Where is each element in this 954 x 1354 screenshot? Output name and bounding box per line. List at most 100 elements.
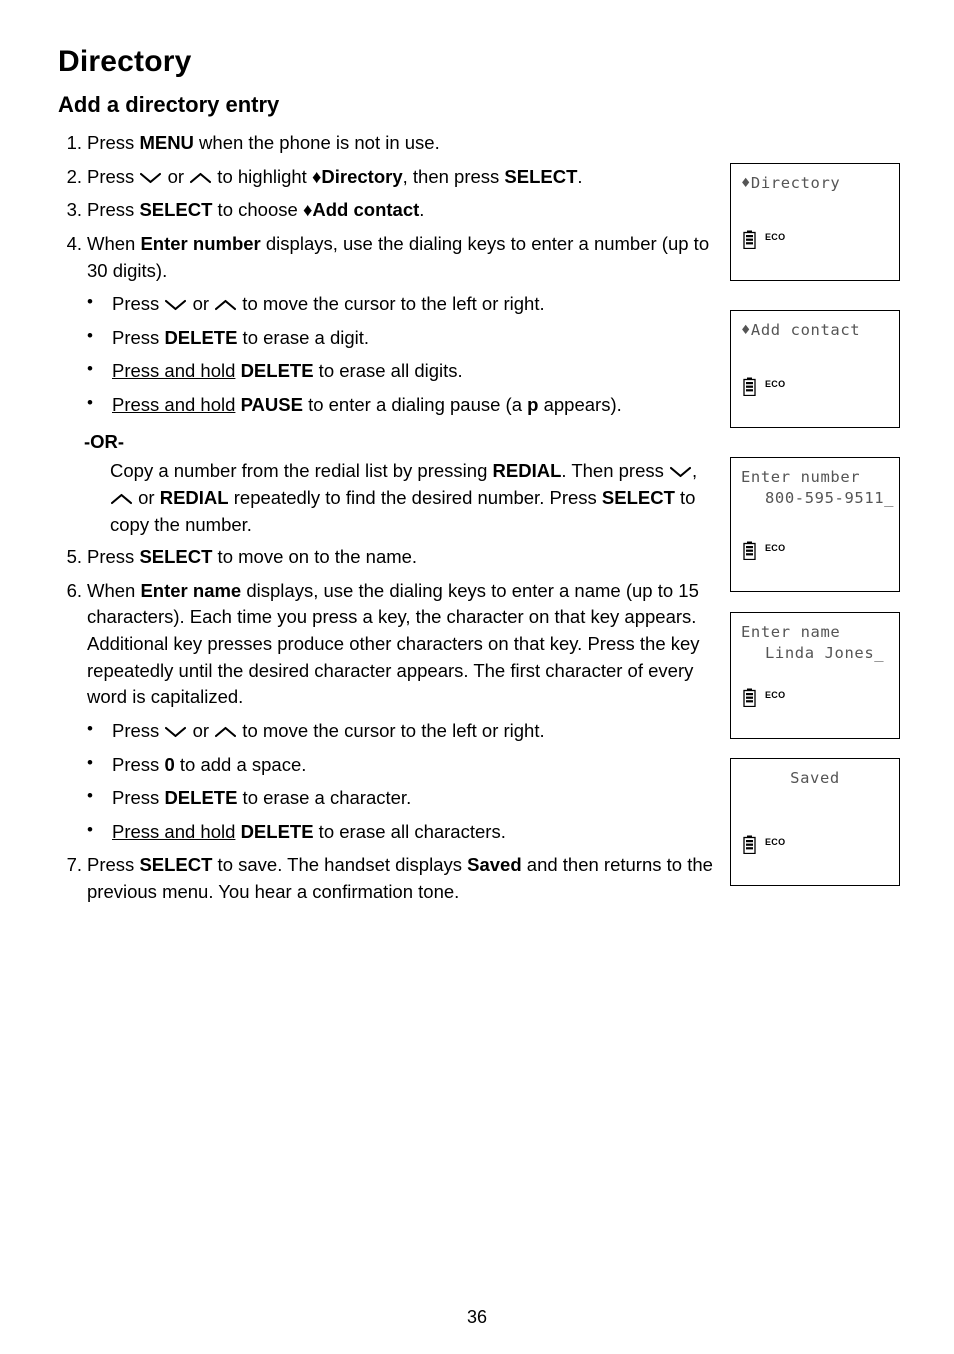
step-item: 5. Press SELECT to move on to the name. bbox=[58, 544, 718, 571]
bullet-icon: • bbox=[87, 359, 93, 379]
eco-label: ECO bbox=[765, 232, 786, 242]
bullet-icon: • bbox=[87, 393, 93, 412]
bullet-icon: • bbox=[87, 786, 93, 806]
emphasis-text: REDIAL bbox=[492, 460, 562, 482]
body-text: to move the cursor to the left or right. bbox=[237, 719, 545, 741]
emphasis-text: SELECT bbox=[601, 486, 675, 508]
sub-bullet-text: Press 0 to add a space. bbox=[112, 754, 306, 775]
body-text: or bbox=[187, 293, 215, 315]
emphasis-text: SELECT bbox=[139, 854, 213, 876]
emphasis-text: SELECT bbox=[139, 546, 213, 568]
body-text: When bbox=[87, 232, 141, 254]
step-text: Press SELECT to move on to the name. bbox=[87, 546, 417, 567]
body-text: or bbox=[162, 165, 190, 187]
step-number: 4. bbox=[66, 232, 82, 254]
body-text: or bbox=[187, 719, 215, 741]
volume-down-arrow-icon bbox=[165, 299, 187, 311]
bullet-icon: • bbox=[87, 752, 93, 772]
lcd-line-1: Enter number bbox=[741, 468, 861, 486]
underlined-text: Press and hold bbox=[112, 360, 236, 382]
underlined-text: Press and hold bbox=[112, 394, 236, 415]
body-text: to move on to the name. bbox=[212, 546, 418, 568]
body-text: , bbox=[692, 460, 698, 482]
step-item: 7. Press SELECT to save. The handset disp… bbox=[58, 852, 718, 905]
emphasis-text: Enter name bbox=[140, 579, 242, 601]
sub-bullet-item: • Press or to move the cursor to the left… bbox=[84, 718, 718, 745]
body-text: , then press bbox=[402, 165, 505, 187]
body-text: to enter a dialing pause (a bbox=[302, 394, 528, 415]
chapter-title: Directory bbox=[58, 45, 192, 78]
body-text: to erase a digit. bbox=[237, 326, 370, 348]
body-text: Press bbox=[112, 719, 165, 741]
lcd-line-2: Linda Jones_ bbox=[765, 644, 885, 662]
body-text: to erase a character. bbox=[237, 787, 412, 809]
page-number: 36 bbox=[466, 1307, 488, 1327]
battery-icon bbox=[743, 230, 756, 250]
eco-label: ECO bbox=[765, 837, 786, 847]
body-text: to add a space. bbox=[174, 753, 307, 775]
body-text: . Then press bbox=[561, 460, 670, 482]
lcd-line-1: ♦Directory bbox=[741, 174, 841, 192]
step-text: Press SELECT to save. The handset displa… bbox=[87, 854, 713, 902]
emphasis-text: REDIAL bbox=[159, 486, 229, 508]
section-title: Add a directory entry bbox=[58, 92, 280, 117]
alternative-text: Copy a number from the redial list by pr… bbox=[110, 458, 718, 538]
emphasis-text: Enter number bbox=[140, 232, 261, 254]
sub-bullet-item: • Press DELETE to erase a character. bbox=[84, 785, 718, 812]
body-text: to choose bbox=[212, 199, 303, 221]
lcd-line-1: Enter name bbox=[741, 623, 841, 641]
screen-enter-number: Enter number 800-595-9511_ ECO bbox=[730, 457, 900, 592]
body-text: Press bbox=[87, 132, 140, 153]
step-number: 3. bbox=[66, 199, 82, 221]
body-text: Press bbox=[112, 293, 165, 315]
emphasis-text: 0 bbox=[164, 753, 175, 775]
eco-label: ECO bbox=[765, 543, 786, 553]
step-text: When Enter name displays, use the dialin… bbox=[87, 580, 700, 708]
emphasis-text: ♦Directory bbox=[311, 165, 403, 187]
bullet-icon: • bbox=[87, 292, 93, 312]
body-text: . bbox=[577, 165, 583, 187]
eco-label: ECO bbox=[765, 379, 786, 389]
body-text: to erase all characters. bbox=[313, 820, 506, 842]
step-text: Press or to highlight ♦Directory, then p… bbox=[87, 166, 583, 187]
lcd-line-1: ♦Add contact bbox=[741, 321, 861, 339]
battery-icon bbox=[743, 377, 756, 397]
emphasis-text: ♦Add contact bbox=[302, 199, 420, 221]
bullet-icon: • bbox=[87, 819, 93, 839]
step-number: 2. bbox=[66, 165, 82, 187]
emphasis-text: SELECT bbox=[139, 199, 213, 221]
sub-bullet-text: Press or to move the cursor to the left … bbox=[112, 293, 545, 314]
emphasis-text: DELETE bbox=[240, 360, 314, 382]
step-number: 5. bbox=[66, 546, 82, 568]
alternative-block: -OR- Copy a number from the redial list b… bbox=[84, 429, 718, 539]
emphasis-text: p bbox=[527, 394, 539, 415]
or-label: -OR- bbox=[84, 430, 125, 452]
volume-down-arrow-icon bbox=[140, 172, 162, 184]
screen-directory: ♦Directory ECO bbox=[730, 163, 900, 281]
sub-bullet-item: • Press 0 to add a space. bbox=[84, 752, 718, 779]
body-text: to erase all digits. bbox=[313, 360, 463, 382]
body-text: Press bbox=[87, 546, 140, 568]
volume-up-arrow-icon bbox=[215, 726, 237, 738]
bullet-icon: • bbox=[87, 718, 93, 738]
underlined-text: Press and hold bbox=[112, 820, 236, 842]
sub-bullet-item: • Press DELETE to erase a digit. bbox=[84, 325, 718, 352]
body-text: to move the cursor to the left or right. bbox=[237, 293, 545, 315]
battery-icon bbox=[743, 835, 756, 855]
volume-down-arrow-icon bbox=[670, 466, 692, 478]
step-item: 2. Press or to highlight ♦Directory, then… bbox=[58, 164, 718, 191]
body-text: appears). bbox=[538, 394, 622, 415]
lcd-line-1: Saved bbox=[790, 769, 840, 787]
battery-icon bbox=[743, 688, 756, 708]
volume-up-arrow-icon bbox=[111, 493, 132, 505]
step-item: 1. Press MENU when the phone is not in us… bbox=[58, 130, 718, 157]
body-text: Press bbox=[112, 753, 165, 775]
step-item: 6. When Enter name displays, use the dial… bbox=[58, 578, 718, 711]
sub-bullet-item: • Press and hold DELETE to erase all char… bbox=[84, 819, 718, 846]
step-item: 4. When Enter number displays, use the di… bbox=[58, 231, 718, 284]
screen-saved: Saved ECO bbox=[730, 758, 900, 886]
step-text: Press MENU when the phone is not in use. bbox=[87, 132, 440, 153]
screen-enter-name: Enter name Linda Jones_ ECO bbox=[730, 612, 900, 739]
sub-bullet-text: Press DELETE to erase a digit. bbox=[112, 327, 369, 348]
sub-bullet-text: Press or to move the cursor to the left … bbox=[112, 720, 545, 741]
